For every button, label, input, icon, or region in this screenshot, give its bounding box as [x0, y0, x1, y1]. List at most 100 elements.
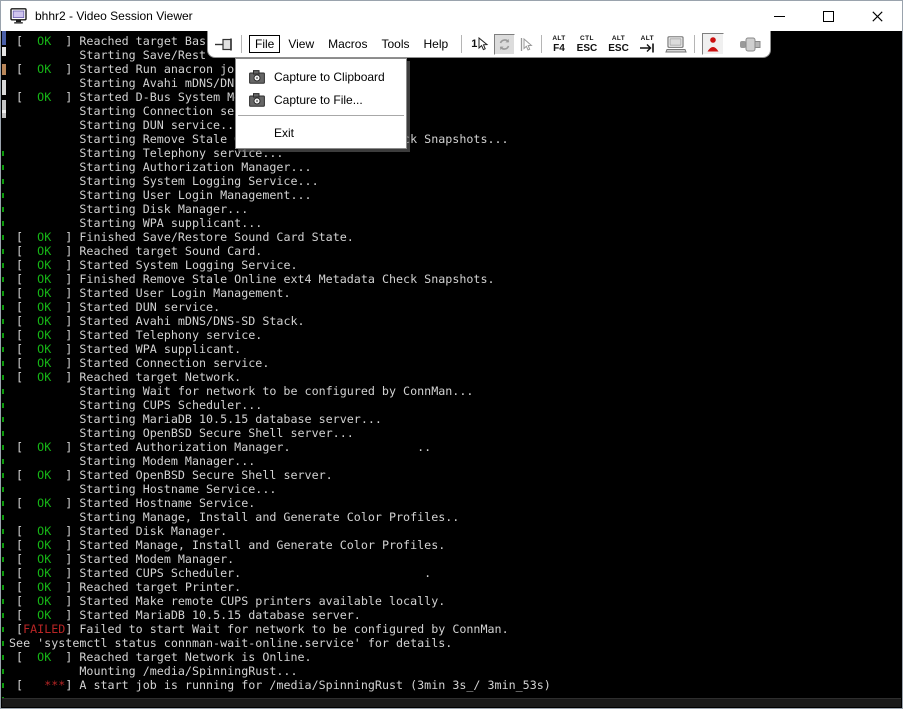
console-line: [ OK ] Finished Remove Stale Online ext4… — [9, 272, 551, 286]
menu-bar: FileViewMacrosToolsHelp — [249, 35, 454, 53]
menu-file[interactable]: File — [249, 35, 280, 53]
cursor-align-button[interactable] — [518, 37, 534, 52]
hotkey-key-label: ESC — [608, 43, 629, 54]
console-line: [ OK ] Started Make remote CUPS printers… — [9, 594, 551, 608]
artifact-segment — [2, 31, 6, 45]
console-line: Starting Authorization Manager... — [9, 160, 551, 174]
plug-icon — [739, 36, 763, 53]
hotkey-group: ALTF4CTLESCALTESCALT — [549, 35, 657, 54]
menu-item-exit[interactable]: Exit — [236, 121, 406, 144]
menu-item-label: Exit — [274, 126, 294, 140]
title-bar[interactable]: bhhr2 - Video Session Viewer — [1, 1, 902, 31]
console-line: [ OK ] Started Connection service. — [9, 356, 551, 370]
app-monitor-icon — [10, 8, 28, 24]
menu-separator — [238, 115, 404, 117]
artifact-segment — [2, 100, 6, 118]
console-line: [ OK ] Started WPA supplicant. — [9, 342, 551, 356]
camera-icon — [246, 70, 268, 84]
console-line: Mounting /media/SpinningRust... — [9, 664, 551, 678]
refresh-icon — [498, 38, 511, 51]
cursor-arrow-icon — [478, 37, 489, 51]
toolbar-separator — [461, 35, 462, 53]
console-line: [ OK ] Started System Logging Service. — [9, 258, 551, 272]
close-button[interactable] — [853, 1, 902, 31]
console-line: [ OK ] Started Disk Manager. — [9, 524, 551, 538]
console-line: [ OK ] Started OpenBSD Secure Shell serv… — [9, 468, 551, 482]
menu-tools[interactable]: Tools — [375, 35, 415, 53]
console-line: [ OK ] Reached target Network. — [9, 370, 551, 384]
menu-view[interactable]: View — [282, 35, 320, 53]
console-line: [ OK ] Started Avahi mDNS/DNS-SD Stack. — [9, 314, 551, 328]
artifact-segment — [2, 151, 4, 699]
disconnect-button[interactable] — [739, 36, 763, 53]
artifact-segment — [2, 80, 6, 95]
single-cursor-label: 1 — [471, 38, 477, 50]
menu-item-label: Capture to Clipboard — [274, 70, 385, 84]
console-line: Starting WPA supplicant... — [9, 216, 551, 230]
maximize-icon — [823, 11, 834, 22]
single-cursor-button[interactable]: 1 — [469, 37, 491, 51]
hotkey-key-label: ESC — [577, 43, 598, 54]
artifact-segment — [2, 110, 6, 113]
console-line: [ OK ] Reached target Network is Online. — [9, 650, 551, 664]
hotkey-ctl-esc[interactable]: CTLESC — [574, 35, 601, 54]
console-line: Starting User Login Management... — [9, 188, 551, 202]
remote-console-view[interactable]: [ OK ] Reached target Bas Starting Save/… — [2, 31, 901, 707]
console-line: Starting OpenBSD Secure Shell server... — [9, 426, 551, 440]
cursor-line-icon — [518, 37, 534, 52]
refresh-screen-button[interactable] — [494, 34, 515, 55]
maximize-button[interactable] — [804, 1, 853, 31]
user-session-button[interactable] — [702, 33, 724, 55]
console-line: See 'systemctl status connman-wait-onlin… — [9, 636, 551, 650]
console-line: Starting System Logging Service... — [9, 174, 551, 188]
console-line: [ OK ] Started Telephony service. — [9, 328, 551, 342]
video-session-viewer-window: bhhr2 - Video Session Viewer [ OK ] Reac… — [0, 0, 903, 709]
window-bottom-edge — [2, 698, 901, 707]
menu-help[interactable]: Help — [418, 35, 455, 53]
console-line: Starting Modem Manager... — [9, 454, 551, 468]
menu-macros[interactable]: Macros — [322, 35, 373, 53]
artifact-segment — [2, 64, 6, 75]
hotkey-key-label: F4 — [553, 43, 565, 54]
console-line: [ OK ] Started Hostname Service. — [9, 496, 551, 510]
console-line: [FAILED] Failed to start Wait for networ… — [9, 622, 551, 636]
toolbar-separator — [541, 35, 542, 53]
hotkey-modifier-label: ALT — [641, 35, 654, 42]
toolbar-separator — [241, 35, 242, 53]
camera-icon — [246, 93, 268, 107]
console-line: [ OK ] Started MariaDB 10.5.15 database … — [9, 608, 551, 622]
minimize-icon — [774, 16, 785, 17]
hotkey-alt-tab[interactable]: ALT — [637, 35, 658, 53]
hotkey-alt-esc[interactable]: ALTESC — [605, 35, 632, 54]
console-line: [ ***] A start job is running for /media… — [9, 678, 551, 692]
pin-toolbar-button[interactable] — [215, 38, 234, 51]
console-line: Starting Hostname Service... — [9, 482, 551, 496]
window-controls — [755, 1, 902, 31]
hotkey-modifier-label: CTL — [580, 35, 594, 42]
send-to-monitor-button[interactable] — [665, 36, 687, 53]
hotkey-modifier-label: ALT — [552, 35, 565, 42]
hotkey-alt-f4[interactable]: ALTF4 — [549, 35, 568, 54]
hotkey-modifier-label: ALT — [612, 35, 625, 42]
minimize-button[interactable] — [755, 1, 804, 31]
console-line: Starting Disk Manager... — [9, 202, 551, 216]
console-line: [ OK ] Started Authorization Manager. .. — [9, 440, 551, 454]
artifact-segment — [2, 47, 6, 56]
menu-item-capture-to-clipboard[interactable]: Capture to Clipboard — [236, 65, 406, 88]
toolbar-separator — [694, 35, 695, 53]
console-line: Starting CUPS Scheduler... — [9, 398, 551, 412]
computer-icon — [665, 36, 687, 53]
console-line: [ OK ] Started User Login Management. — [9, 286, 551, 300]
console-line: [ OK ] Started DUN service. — [9, 300, 551, 314]
menu-item-capture-to-file[interactable]: Capture to File... — [236, 88, 406, 111]
console-line: [ OK ] Reached target Printer. — [9, 580, 551, 594]
close-icon — [872, 11, 883, 22]
console-line: [ OK ] Started CUPS Scheduler. . — [9, 566, 551, 580]
console-line: [ OK ] Started Manage, Install and Gener… — [9, 538, 551, 552]
console-line: Starting Wait for network to be configur… — [9, 384, 551, 398]
console-line: [ OK ] Reached target Sound Card. — [9, 244, 551, 258]
console-line: [ OK ] Started Modem Manager. — [9, 552, 551, 566]
person-icon — [706, 36, 720, 52]
session-toolbar: FileViewMacrosToolsHelp 1 ALTF4CTLESCALT… — [207, 31, 771, 58]
screen-edge-artifact — [2, 31, 7, 707]
